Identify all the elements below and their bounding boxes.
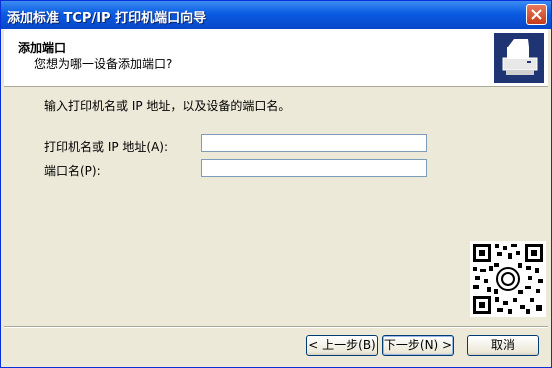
qr-code xyxy=(470,241,546,317)
header-subtitle: 您想为哪一设备添加端口? xyxy=(34,57,173,71)
wizard-header: 添加端口 您想为哪一设备添加端口? xyxy=(4,29,548,87)
close-icon xyxy=(531,9,542,20)
button-separator xyxy=(4,326,548,328)
cancel-button[interactable]: 取消 xyxy=(467,335,539,356)
window-title: 添加标准 TCP/IP 打印机端口向导 xyxy=(7,11,207,26)
instruction-text: 输入打印机名或 IP 地址，以及设备的端口名。 xyxy=(44,99,291,113)
port-name-input[interactable] xyxy=(201,159,427,177)
header-title: 添加端口 xyxy=(18,41,67,55)
printer-name-label: 打印机名或 IP 地址(A): xyxy=(44,140,169,154)
wizard-content: 输入打印机名或 IP 地址，以及设备的端口名。 打印机名或 IP 地址(A): … xyxy=(4,87,548,327)
close-button[interactable] xyxy=(526,4,547,25)
wizard-window: 添加标准 TCP/IP 打印机端口向导 添加端口 您想为哪一设备添加端口? 输入… xyxy=(0,0,552,368)
title-bar[interactable]: 添加标准 TCP/IP 打印机端口向导 xyxy=(1,1,551,29)
port-name-label: 端口名(P): xyxy=(44,164,101,178)
next-button[interactable]: 下一步(N) > xyxy=(382,335,454,356)
printer-name-input[interactable] xyxy=(201,134,427,152)
back-button[interactable]: < 上一步(B) xyxy=(306,335,378,356)
printer-icon xyxy=(494,33,544,83)
